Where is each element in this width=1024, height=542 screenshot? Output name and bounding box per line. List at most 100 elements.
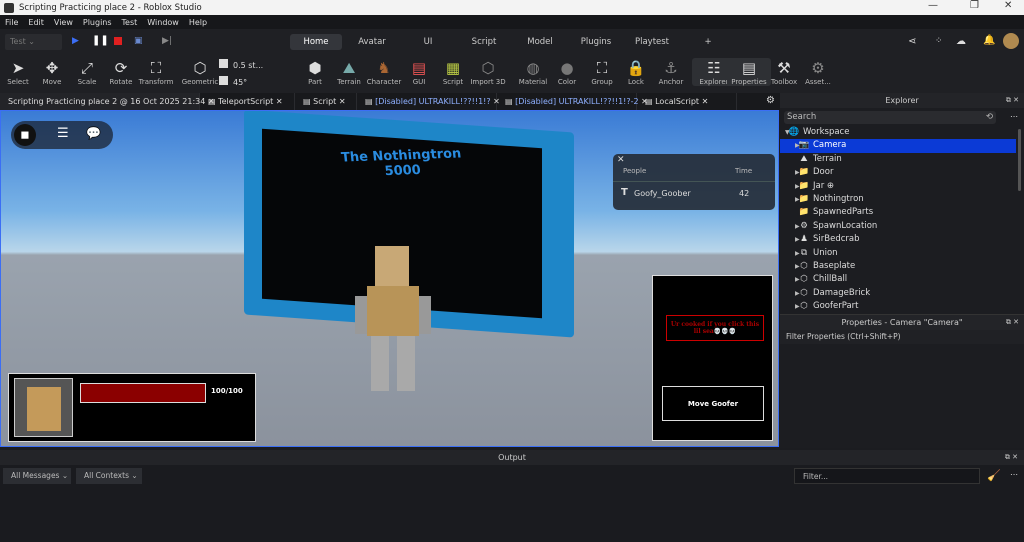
health-text: 100/100 [211, 387, 243, 395]
hamburger-icon[interactable]: ☰ [57, 126, 69, 141]
tool-anchor[interactable]: ⚓ Anchor [649, 58, 693, 86]
explorer-item-spawnlocation[interactable]: ▶ ⚙ SpawnLocation [780, 220, 1024, 233]
tab-plugins[interactable]: Plugins [570, 34, 622, 50]
expand-arrow-icon[interactable]: ▶ [795, 166, 800, 179]
explorer-search-input[interactable]: Search ⟲ [784, 111, 996, 124]
close-icon[interactable]: ⧉ ✕ [1005, 450, 1018, 465]
explorer-item-chillball[interactable]: ▶ ⬡ ChillBall [780, 273, 1024, 286]
3d-viewport[interactable]: ◼ ☰ 💬 The Nothingtron 5000 ✕ People Time… [0, 110, 779, 447]
share-icon[interactable]: ⋖ [908, 36, 916, 47]
explorer-item-workspace[interactable]: ▼ 🌐 Workspace [780, 126, 1024, 139]
doc-tab-script[interactable]: ▤ Script ✕ [295, 93, 357, 110]
close-icon[interactable]: ✕ [617, 155, 625, 165]
expand-arrow-icon[interactable]: ▶ [795, 273, 800, 286]
tab-home[interactable]: Home [290, 34, 342, 50]
move-goofer-button[interactable]: Move Goofer [662, 386, 764, 421]
explorer-item-damagebrick[interactable]: ▶ ⬡ DamageBrick [780, 287, 1024, 300]
expand-arrow-icon[interactable]: ▶ [795, 233, 800, 246]
maximize-button[interactable]: ❐ [970, 0, 979, 11]
play-icon[interactable]: ▶ [72, 36, 79, 46]
dropdown-value: All Messages [11, 471, 60, 480]
expand-arrow-icon[interactable]: ▶ [795, 300, 800, 313]
explorer-item-spawnedparts[interactable]: 📁 SpawnedParts [780, 206, 1024, 219]
explorer-item-union[interactable]: ▶ ⧉ Union [780, 247, 1024, 260]
expand-arrow-icon[interactable]: ▶ [795, 260, 800, 273]
expand-arrow-icon[interactable]: ▶ [795, 220, 800, 233]
doc-tab-ultrakill[interactable]: ▤ [Disabled] ULTRAKILL!??!!1!? ✕ [357, 93, 500, 110]
menu-edit[interactable]: Edit [28, 18, 44, 27]
menu-file[interactable]: File [5, 18, 18, 27]
history-icon[interactable]: ⟲ [986, 111, 993, 124]
minimize-button[interactable]: — [928, 0, 938, 11]
menu-view[interactable]: View [54, 18, 73, 27]
leaderboard-player-name[interactable]: Goofy_Goober [634, 189, 691, 198]
tool-label: Rotate [109, 78, 133, 86]
expand-arrow-icon[interactable]: ▶ [795, 193, 800, 206]
test-mode-value: Test [10, 37, 26, 46]
all-messages-dropdown[interactable]: All Messages ⌄ [3, 468, 71, 484]
tab-ui[interactable]: UI [402, 34, 454, 50]
roblox-menu-icon[interactable]: ◼ [14, 124, 36, 146]
output-filter-input[interactable]: Filter... [794, 468, 980, 484]
explorer-item-label: GooferPart [813, 301, 859, 312]
close-button[interactable]: ✕ [1004, 0, 1012, 11]
step-icon[interactable]: ▶| [162, 36, 172, 46]
explorer-item-terrain[interactable]: ⛰ Terrain [780, 153, 1024, 166]
settings-gear-icon[interactable]: ⚙ [766, 95, 775, 106]
tool-label: Terrain [337, 78, 361, 86]
avatar[interactable] [1003, 33, 1019, 49]
chat-icon[interactable]: 💬 [86, 126, 101, 140]
close-icon[interactable]: ⧉ ✕ [1006, 315, 1019, 330]
explorer-item-door[interactable]: ▶ 📁 Door [780, 166, 1024, 179]
clear-broom-icon[interactable]: 🧹 [987, 469, 1001, 482]
explorer-scrollbar[interactable] [1018, 129, 1021, 191]
screen-icon[interactable]: ▣ [134, 36, 143, 46]
more-icon[interactable]: ⋯ [1010, 470, 1018, 479]
test-mode-select[interactable]: Test ⌄ [5, 34, 62, 50]
all-contexts-dropdown[interactable]: All Contexts ⌄ [76, 468, 142, 484]
tool-asset-manager[interactable]: ⚙ Asset... [796, 58, 840, 86]
tool-transform[interactable]: ⛶ Transform [134, 58, 178, 86]
explorer-item-jar[interactable]: ▶ 📁 Jar ⊕ [780, 180, 1024, 193]
tool-geometric[interactable]: ⬡ Geometric [178, 58, 222, 86]
close-icon[interactable]: ⧉ ✕ [1006, 93, 1019, 108]
move-snap[interactable]: 0.5 st... [219, 59, 289, 73]
explorer-item-nothingtron[interactable]: ▶ 📁 Nothingtron [780, 193, 1024, 206]
filter-properties-input[interactable]: Filter Properties (Ctrl+Shift+P) [780, 330, 1024, 344]
doc-tab-ultrakill-2[interactable]: ▤ [Disabled] ULTRAKILL!??!!1!?-2 ✕ [497, 93, 648, 110]
goofer-panel: Ur cooked if you click this lil sea💀💀💀 M… [652, 275, 773, 441]
doc-tab-place[interactable]: Scripting Practicing place 2 @ 16 Oct 20… [0, 93, 215, 110]
expand-arrow-icon[interactable]: ▶ [795, 180, 800, 193]
expand-arrow-icon[interactable]: ▶ [795, 287, 800, 300]
menu-help[interactable]: Help [189, 18, 207, 27]
explorer-item-camera[interactable]: ▶ 📷 Camera [780, 139, 1016, 153]
menu-window[interactable]: Window [147, 18, 179, 27]
menu-test[interactable]: Test [122, 18, 138, 27]
tab-model[interactable]: Model [514, 34, 566, 50]
cloud-icon[interactable]: ☁ [956, 36, 966, 47]
tab-script[interactable]: Script [458, 34, 510, 50]
tool-import3d[interactable]: ⬡ Import 3D [466, 58, 510, 86]
stop-icon[interactable] [114, 37, 122, 45]
explorer-item-gooferpart[interactable]: ▶ ⬡ GooferPart [780, 300, 1024, 313]
expand-arrow-icon[interactable]: ▶ [795, 247, 800, 260]
menu-plugins[interactable]: Plugins [83, 18, 112, 27]
rotate-snap[interactable]: 45° [219, 76, 289, 90]
doc-tab-teleportscript[interactable]: ▤ TeleportScript ✕ [200, 93, 295, 110]
board-title: The Nothingtron 5000 [340, 146, 462, 180]
tab-playtest[interactable]: Playtest [626, 34, 678, 50]
expand-arrow-icon[interactable]: ▶ [795, 139, 800, 152]
pause-icon[interactable]: ❚❚ [92, 35, 109, 46]
explorer-item-sirbedcrab[interactable]: ▶ ♟ SirBedcrab [780, 233, 1024, 246]
tab-avatar[interactable]: Avatar [346, 34, 398, 50]
collab-icon[interactable]: ⁘ [935, 36, 943, 46]
object-icon: ⛰ [800, 153, 808, 164]
more-icon[interactable]: ⋯ [1010, 112, 1018, 121]
explorer-item-baseplate[interactable]: ▶ ⬡ Baseplate [780, 260, 1024, 273]
expand-arrow-icon[interactable]: ▼ [785, 126, 790, 139]
bell-icon[interactable]: 🔔 [983, 35, 995, 46]
explorer-tree: ▼ 🌐 Workspace ▶ 📷 Camera ⛰ Terrain ▶ 📁 Door ▶ 📁 Jar ⊕… [780, 126, 1024, 313]
explorer-item-label: Baseplate [813, 260, 856, 271]
doc-tab-localscript[interactable]: ▤ LocalScript ✕ [637, 93, 737, 110]
tab-add[interactable]: + [682, 34, 734, 50]
